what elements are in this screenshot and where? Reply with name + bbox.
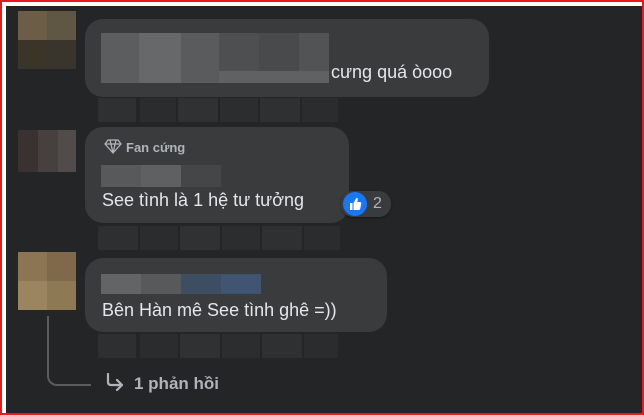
comment-bubble: Bên Hàn mê See tình ghê =)) xyxy=(85,258,387,332)
reaction-count: 2 xyxy=(373,195,382,212)
fan-badge-label: Fan cứng xyxy=(126,140,186,155)
thread-connector-line xyxy=(47,316,91,386)
diamond-icon xyxy=(104,139,122,159)
view-replies-link[interactable]: 1 phản hồi xyxy=(134,374,219,394)
comment-text: cưng quá òooo xyxy=(331,62,453,82)
avatar[interactable] xyxy=(18,252,76,310)
screenshot-frame: cưng quá òooo Fan cứng See tình là 1 hệ … xyxy=(0,0,644,415)
comment-bubble: Fan cứng See tình là 1 hệ tư tưởng xyxy=(85,127,349,223)
avatar[interactable] xyxy=(18,11,76,69)
comment-text: Bên Hàn mê See tình ghê =)) xyxy=(102,300,337,320)
comment-thread: cưng quá òooo Fan cứng See tình là 1 hệ … xyxy=(6,6,642,413)
avatar[interactable] xyxy=(18,130,76,172)
reaction-badge[interactable]: 2 xyxy=(341,191,391,217)
comment-text: See tình là 1 hệ tư tưởng xyxy=(102,190,305,210)
thumbs-up-icon xyxy=(343,192,367,216)
reply-arrow-icon xyxy=(104,372,126,397)
comment-bubble: cưng quá òooo xyxy=(85,19,489,97)
